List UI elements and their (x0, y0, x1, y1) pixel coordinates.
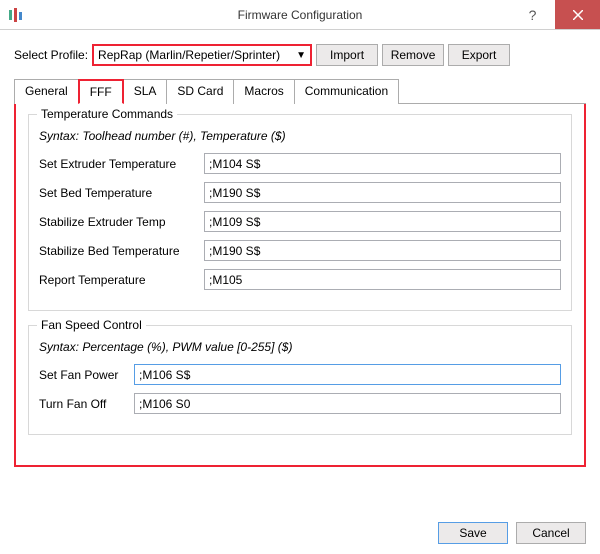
syntax-hint: Syntax: Toolhead number (#), Temperature… (39, 129, 561, 143)
profile-select[interactable]: RepRap (Marlin/Repetier/Sprinter) ▼ (92, 44, 312, 66)
tab-sla[interactable]: SLA (123, 79, 168, 104)
window-title: Firmware Configuration (238, 8, 363, 22)
set-bed-temp-input[interactable] (204, 182, 561, 203)
report-temp-input[interactable] (204, 269, 561, 290)
tab-general[interactable]: General (14, 79, 79, 104)
group-title: Fan Speed Control (37, 318, 146, 332)
stabilize-bed-temp-input[interactable] (204, 240, 561, 261)
titlebar: Firmware Configuration ? (0, 0, 600, 30)
turn-fan-off-input[interactable] (134, 393, 561, 414)
close-button[interactable] (555, 0, 600, 29)
group-title: Temperature Commands (37, 107, 177, 121)
set-fan-power-label: Set Fan Power (39, 368, 134, 382)
save-button[interactable]: Save (438, 522, 508, 544)
import-button[interactable]: Import (316, 44, 378, 66)
profile-selected-value: RepRap (Marlin/Repetier/Sprinter) (98, 48, 280, 62)
tab-sdcard[interactable]: SD Card (166, 79, 234, 104)
app-icon (8, 7, 24, 23)
set-bed-temp-label: Set Bed Temperature (39, 186, 204, 200)
set-extruder-temp-label: Set Extruder Temperature (39, 157, 204, 171)
stabilize-extruder-temp-label: Stabilize Extruder Temp (39, 215, 204, 229)
remove-button[interactable]: Remove (382, 44, 444, 66)
tab-content: Temperature Commands Syntax: Toolhead nu… (14, 104, 586, 467)
chevron-down-icon: ▼ (296, 50, 306, 61)
profile-label: Select Profile: (14, 48, 88, 62)
stabilize-bed-temp-label: Stabilize Bed Temperature (39, 244, 204, 258)
tab-fff[interactable]: FFF (78, 79, 124, 104)
export-button[interactable]: Export (448, 44, 510, 66)
temperature-commands-group: Temperature Commands Syntax: Toolhead nu… (28, 114, 572, 311)
stabilize-extruder-temp-input[interactable] (204, 211, 561, 232)
help-button[interactable]: ? (510, 0, 555, 29)
turn-fan-off-label: Turn Fan Off (39, 397, 134, 411)
syntax-hint: Syntax: Percentage (%), PWM value [0-255… (39, 340, 561, 354)
set-extruder-temp-input[interactable] (204, 153, 561, 174)
fan-speed-control-group: Fan Speed Control Syntax: Percentage (%)… (28, 325, 572, 435)
cancel-button[interactable]: Cancel (516, 522, 586, 544)
set-fan-power-input[interactable] (134, 364, 561, 385)
report-temp-label: Report Temperature (39, 273, 204, 287)
tab-bar: General FFF SLA SD Card Macros Communica… (14, 78, 586, 104)
tab-communication[interactable]: Communication (294, 79, 399, 104)
tab-macros[interactable]: Macros (233, 79, 294, 104)
